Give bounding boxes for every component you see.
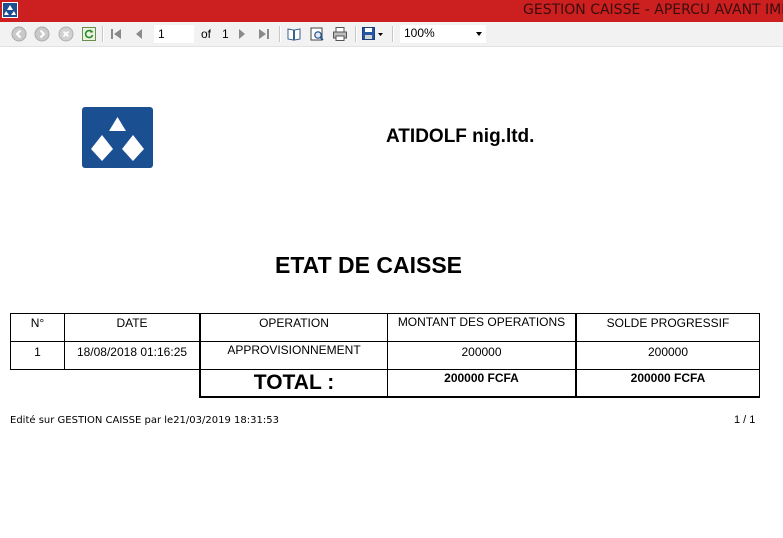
stop-button[interactable] — [57, 22, 75, 46]
total-solde: 200000 FCFA — [575, 369, 760, 398]
first-page-button[interactable] — [108, 22, 124, 46]
page-setup-button[interactable] — [308, 22, 326, 46]
forward-button[interactable] — [33, 22, 51, 46]
app-logo-icon — [4, 5, 16, 15]
company-logo — [82, 107, 153, 168]
col-header-solde: SOLDE PROGRESSIF — [575, 313, 760, 342]
page-number-input[interactable] — [154, 25, 194, 43]
stop-icon — [58, 26, 74, 42]
col-header-montant: MONTANT DES OPERATIONS — [387, 313, 576, 342]
table-cell-solde: 200000 — [575, 341, 760, 370]
toolbar-separator — [279, 26, 281, 42]
app-icon[interactable] — [2, 2, 18, 18]
total-montant: 200000 FCFA — [387, 369, 576, 398]
print-layout-icon — [287, 28, 301, 41]
forward-icon — [34, 26, 50, 42]
print-icon — [333, 27, 347, 41]
table-cell-montant: 200000 — [387, 341, 576, 370]
print-button[interactable] — [331, 22, 349, 46]
print-layout-button[interactable] — [285, 22, 303, 46]
of-label: of — [201, 27, 212, 41]
previous-page-button[interactable] — [131, 22, 147, 46]
toolbar-separator — [355, 26, 357, 42]
next-page-icon — [239, 29, 245, 39]
export-icon — [362, 27, 383, 40]
next-page-button[interactable] — [234, 22, 250, 46]
back-button[interactable] — [10, 22, 28, 46]
back-icon — [11, 26, 27, 42]
col-header-num: N° — [10, 313, 65, 342]
toolbar-separator — [392, 26, 394, 42]
col-header-date: DATE — [64, 313, 200, 342]
page-setup-icon — [310, 27, 324, 41]
window-title: GESTION CAISSE - APERCU AVANT IMP — [523, 2, 783, 18]
toolbar-separator — [102, 26, 104, 42]
first-page-icon — [111, 29, 121, 39]
company-name: ATIDOLF nig.ltd. — [386, 126, 535, 147]
report-page-counter: 1 / 1 — [734, 414, 756, 426]
report-footer-edited: Edité sur GESTION CAISSE par le21/03/201… — [10, 415, 279, 426]
last-page-icon — [259, 29, 269, 39]
company-logo-icon — [91, 117, 144, 161]
refresh-icon — [82, 27, 96, 41]
table-cell-date: 18/08/2018 01:16:25 — [64, 341, 200, 370]
zoom-dropdown-arrow — [476, 32, 482, 36]
table-cell-num: 1 — [10, 341, 65, 370]
refresh-button[interactable] — [80, 22, 98, 46]
report-title: ETAT DE CAISSE — [275, 252, 462, 278]
zoom-select[interactable]: 100% — [400, 25, 486, 43]
zoom-value: 100% — [404, 26, 435, 40]
table-cell-operation: APPROVISIONNEMENT — [199, 341, 388, 370]
col-header-operation: OPERATION — [199, 313, 388, 342]
export-button[interactable] — [360, 22, 386, 46]
total-pages: 1 — [222, 27, 229, 41]
previous-page-icon — [136, 29, 142, 39]
total-label: TOTAL : — [199, 369, 388, 398]
last-page-button[interactable] — [256, 22, 272, 46]
window-titlebar: GESTION CAISSE - APERCU AVANT IMP — [0, 0, 783, 22]
